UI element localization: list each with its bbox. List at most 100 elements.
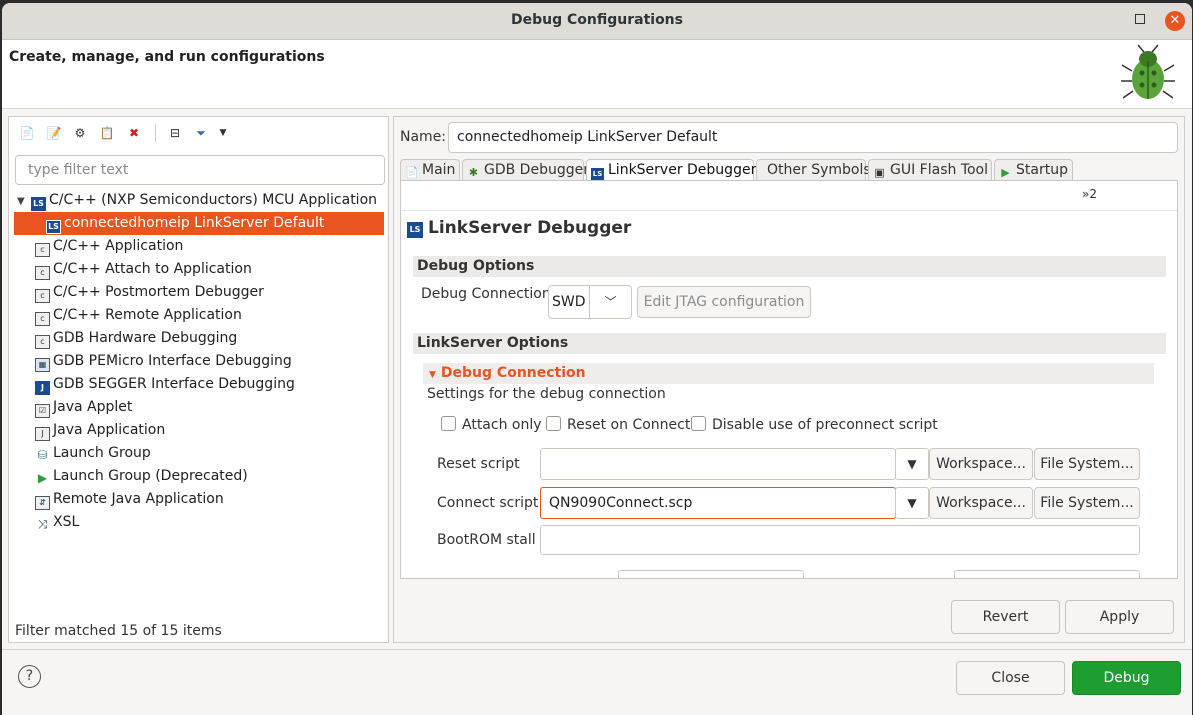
- tree-item-java-application[interactable]: J Java Application: [35, 419, 165, 442]
- partial-field[interactable]: [618, 570, 804, 578]
- expand-chevron-icon[interactable]: ▼: [429, 370, 436, 380]
- ls-icon: LS: [31, 197, 46, 211]
- titlebar: Debug Configurations ✕: [2, 3, 1192, 40]
- reset-filesystem-button[interactable]: File System...: [1034, 448, 1140, 480]
- tab-overflow-indicator[interactable]: »2: [1082, 187, 1097, 201]
- tree-item-java-applet[interactable]: ☑ Java Applet: [35, 396, 132, 419]
- tree-item-gdb-pemicro[interactable]: ▦ GDB PEMicro Interface Debugging: [35, 350, 292, 373]
- tab-startup[interactable]: ▶ Startup: [994, 159, 1073, 181]
- debug-connection-select[interactable]: SWD ﹀: [548, 285, 632, 319]
- play-icon: ▶: [37, 471, 48, 485]
- tab-label: Main: [422, 162, 456, 178]
- duplicate-icon[interactable]: 📋: [99, 125, 115, 141]
- tab-label: GDB Debugger: [484, 162, 589, 178]
- disable-preconnect-checkbox[interactable]: Disable use of preconnect script: [691, 416, 938, 433]
- tree-item-gdb-segger[interactable]: J GDB SEGGER Interface Debugging: [35, 373, 295, 396]
- ls-icon: LS: [407, 222, 423, 238]
- new-prototype-icon[interactable]: 📝: [46, 125, 62, 141]
- name-input[interactable]: connectedhomeip LinkServer Default: [448, 122, 1178, 153]
- connect-script-label: Connect script: [437, 495, 539, 511]
- connect-script-dropdown[interactable]: ▼: [895, 487, 929, 519]
- tree-item-label: Remote Java Application: [53, 491, 224, 507]
- tree-item-cpp-postmortem[interactable]: c C/C++ Postmortem Debugger: [35, 281, 264, 304]
- tree-item-cpp-attach[interactable]: c C/C++ Attach to Application: [35, 258, 252, 281]
- reset-on-connect-checkbox[interactable]: Reset on Connect: [546, 416, 690, 433]
- launch-group-icon: ⛁: [37, 448, 48, 462]
- linkserver-debugger-tab-body: »2 LS LinkServer Debugger Debug Options D…: [400, 180, 1178, 579]
- connect-workspace-button[interactable]: Workspace...: [929, 487, 1033, 519]
- revert-button[interactable]: Revert: [951, 600, 1060, 634]
- bug-icon: ✱: [468, 166, 479, 179]
- debug-button[interactable]: Debug: [1072, 661, 1181, 695]
- filter-input[interactable]: type filter text: [15, 155, 385, 185]
- reset-script-dropdown[interactable]: ▼: [895, 448, 929, 480]
- name-label: Name:: [400, 129, 447, 145]
- tree-item-remote-java[interactable]: ⇵ Remote Java Application: [35, 488, 224, 511]
- tree-item-label: GDB PEMicro Interface Debugging: [53, 353, 292, 369]
- connect-script-value: QN9090Connect.scp: [549, 495, 693, 511]
- apply-button[interactable]: Apply: [1065, 600, 1174, 634]
- c-app-icon: c: [35, 266, 50, 280]
- collapse-all-icon[interactable]: ⊟: [167, 125, 183, 141]
- tree-item-launch-group-deprecated[interactable]: ▶ Launch Group (Deprecated): [35, 465, 248, 488]
- connect-script-input[interactable]: QN9090Connect.scp: [540, 487, 896, 519]
- reset-workspace-button[interactable]: Workspace...: [929, 448, 1033, 480]
- new-config-icon[interactable]: 📄: [19, 125, 35, 141]
- tree-item-linkserver-default[interactable]: LS connectedhomeip LinkServer Default: [14, 212, 384, 235]
- c-app-icon: c: [35, 312, 50, 326]
- ls-icon: LS: [46, 220, 61, 234]
- tree-item-cpp-application[interactable]: c C/C++ Application: [35, 235, 183, 258]
- divider: [401, 210, 1177, 211]
- bug-logo-icon: [1121, 44, 1175, 99]
- section-debug-options: Debug Options: [413, 256, 1166, 277]
- tab-gui-flash-tool[interactable]: ▣ GUI Flash Tool: [868, 159, 992, 181]
- maximize-button[interactable]: [1135, 14, 1145, 24]
- footer-divider: [2, 649, 1192, 650]
- tree-item-gdb-hardware[interactable]: c GDB Hardware Debugging: [35, 327, 237, 350]
- export-icon[interactable]: ⚙: [72, 125, 88, 141]
- c-app-icon: c: [35, 289, 50, 303]
- checkbox-box[interactable]: [441, 416, 456, 431]
- window-title: Debug Configurations: [511, 12, 683, 28]
- checkbox-box[interactable]: [691, 416, 706, 431]
- filter-icon[interactable]: ⏷: [193, 125, 209, 141]
- close-window-button[interactable]: ✕: [1165, 11, 1185, 31]
- tab-gdb-debugger[interactable]: ✱ GDB Debugger: [462, 159, 589, 181]
- bootrom-stall-label: BootROM stall: [437, 532, 536, 548]
- dropdown-arrow-icon: ▼: [907, 496, 917, 510]
- tab-other-symbols[interactable]: Other Symbols: [756, 159, 871, 181]
- tree-item-xsl[interactable]: ⤨ XSL: [35, 511, 80, 534]
- tab-main[interactable]: 📄 Main: [400, 159, 460, 181]
- checkbox-label: Attach only: [462, 417, 542, 433]
- view-menu-chevron-icon[interactable]: ▼: [215, 125, 231, 141]
- connect-filesystem-button[interactable]: File System...: [1034, 487, 1140, 519]
- dropdown-arrow-icon: ▼: [907, 457, 917, 471]
- reset-script-label: Reset script: [437, 456, 520, 472]
- reset-script-input[interactable]: [540, 448, 896, 480]
- tree-item-mcu-application[interactable]: ▼ LS C/C++ (NXP Semiconductors) MCU Applic…: [17, 189, 377, 212]
- tab-label: Startup: [1016, 162, 1068, 178]
- tree-item-label: Launch Group: [53, 445, 151, 461]
- tab-linkserver-debugger[interactable]: LS LinkServer Debugger: [586, 159, 756, 182]
- tree-item-label: Java Application: [53, 422, 166, 438]
- attach-only-checkbox[interactable]: Attach only: [441, 416, 542, 433]
- tree-item-label: Java Applet: [53, 399, 133, 415]
- partial-field[interactable]: [954, 570, 1140, 578]
- c-app-icon: c: [35, 243, 50, 257]
- tree-item-cpp-remote[interactable]: c C/C++ Remote Application: [35, 304, 242, 327]
- tree-item-launch-group[interactable]: ⛁ Launch Group: [35, 442, 151, 465]
- chevron-down-icon[interactable]: ﹀: [589, 286, 631, 318]
- edit-jtag-button[interactable]: Edit JTAG configuration: [637, 286, 811, 318]
- bootrom-stall-input[interactable]: [540, 525, 1140, 555]
- checkbox-box[interactable]: [546, 416, 561, 431]
- subsection-debug-connection[interactable]: ▼ Debug Connection: [423, 363, 1154, 384]
- help-icon[interactable]: ?: [18, 665, 41, 688]
- xsl-icon: ⤨: [37, 517, 48, 531]
- close-button[interactable]: Close: [956, 661, 1065, 695]
- tree-toolbar: 📄 📝 ⚙ 📋 ✖ ⊟ ⏷ ▼: [9, 117, 388, 149]
- panel-title: LS LinkServer Debugger: [407, 218, 631, 238]
- delete-icon[interactable]: ✖: [126, 125, 142, 141]
- expand-chevron-icon[interactable]: ▼: [17, 190, 31, 213]
- banner-message: Create, manage, and run configurations: [9, 49, 325, 65]
- subsection-title: Debug Connection: [440, 365, 586, 381]
